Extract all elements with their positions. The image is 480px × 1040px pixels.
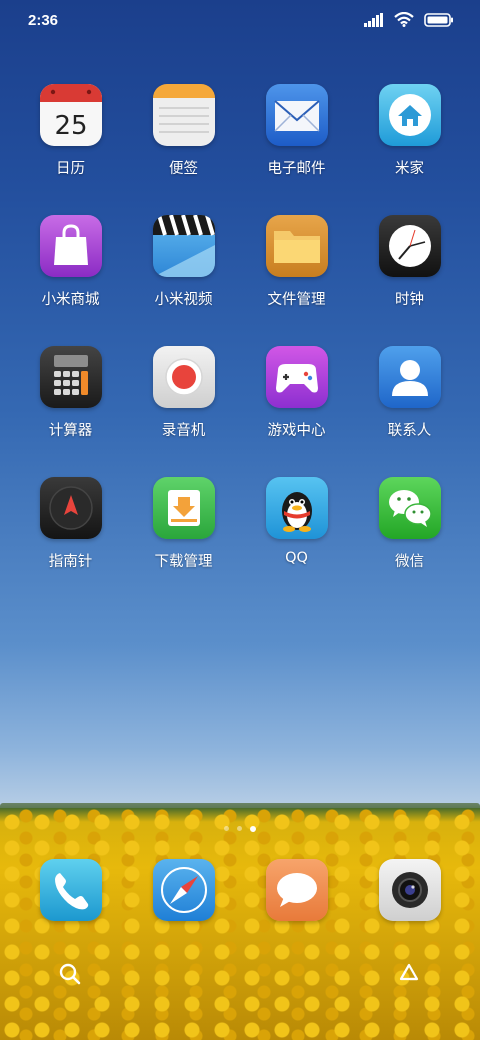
notes-icon [152, 84, 215, 146]
app-label: QQ [285, 550, 308, 566]
app-mijia[interactable]: 米家 [353, 84, 466, 178]
app-grid: 25 日历 便签 电子邮件 米家 小米商城 小米视频 文件管理 时钟 计算器 录… [14, 84, 466, 571]
app-label: 电子邮件 [267, 161, 326, 177]
app-mi-video[interactable]: 小米视频 [127, 215, 240, 309]
app-contacts[interactable]: 联系人 [353, 346, 466, 440]
clock-icon [378, 215, 441, 277]
home-icon [378, 84, 441, 146]
app-label: 小米商城 [41, 292, 100, 308]
messages-icon [265, 859, 328, 921]
app-mail[interactable]: 电子邮件 [240, 84, 353, 178]
battery-icon [424, 12, 454, 31]
app-game-center[interactable]: 游戏中心 [240, 346, 353, 440]
app-label: 游戏中心 [267, 423, 326, 439]
search-icon[interactable] [58, 962, 82, 990]
calendar-icon: 25 [39, 84, 102, 146]
app-download-manager[interactable]: 下载管理 [127, 477, 240, 571]
bottom-actions [0, 962, 480, 992]
app-recorder[interactable]: 录音机 [127, 346, 240, 440]
status-time: 2:36 [28, 12, 59, 29]
sunflower-field [0, 808, 480, 1040]
recorder-icon [152, 346, 215, 408]
dock-browser[interactable] [127, 859, 240, 921]
app-label: 米家 [395, 161, 424, 177]
app-label: 文件管理 [267, 292, 326, 308]
app-label: 下载管理 [154, 554, 213, 570]
signal-icon [364, 12, 384, 31]
phone-icon [39, 859, 102, 921]
wechat-icon [378, 477, 441, 539]
status-bar: 2:36 [0, 0, 480, 40]
app-notes[interactable]: 便签 [127, 84, 240, 178]
compass-icon [39, 477, 102, 539]
page-dot[interactable] [237, 826, 242, 831]
camera-icon [378, 859, 441, 921]
mail-icon [265, 84, 328, 146]
dock-camera[interactable] [353, 859, 466, 921]
dock-phone[interactable] [14, 859, 127, 921]
dock [14, 859, 466, 921]
app-label: 小米视频 [154, 292, 213, 308]
calculator-icon [39, 346, 102, 408]
app-wechat[interactable]: 微信 [353, 477, 466, 571]
app-label: 录音机 [161, 423, 206, 439]
app-label: 日历 [56, 161, 85, 177]
calendar-day: 25 [54, 111, 87, 141]
app-label: 时钟 [395, 292, 424, 308]
download-icon [152, 477, 215, 539]
app-compass[interactable]: 指南针 [14, 477, 127, 571]
app-mi-store[interactable]: 小米商城 [14, 215, 127, 309]
video-clapper-icon [152, 215, 215, 277]
app-clock[interactable]: 时钟 [353, 215, 466, 309]
dock-messages[interactable] [240, 859, 353, 921]
app-label: 计算器 [48, 423, 93, 439]
page-dot-active[interactable] [250, 826, 256, 832]
page-indicator [0, 826, 480, 832]
app-label: 微信 [395, 554, 424, 570]
app-file-manager[interactable]: 文件管理 [240, 215, 353, 309]
app-label: 便签 [169, 161, 198, 177]
folder-icon [265, 215, 328, 277]
app-label: 联系人 [387, 423, 432, 439]
app-qq[interactable]: QQ [240, 477, 353, 571]
status-icons [364, 11, 454, 31]
app-calendar[interactable]: 25 日历 [14, 84, 127, 178]
wifi-icon [394, 11, 414, 31]
page-dot[interactable] [224, 826, 229, 831]
contacts-icon [378, 346, 441, 408]
browser-compass-icon [152, 859, 215, 921]
app-label: 指南针 [48, 554, 93, 570]
app-calculator[interactable]: 计算器 [14, 346, 127, 440]
qq-penguin-icon [265, 477, 328, 539]
shopping-bag-icon [39, 215, 102, 277]
recycle-icon[interactable] [396, 962, 422, 990]
gamepad-icon [265, 346, 328, 408]
